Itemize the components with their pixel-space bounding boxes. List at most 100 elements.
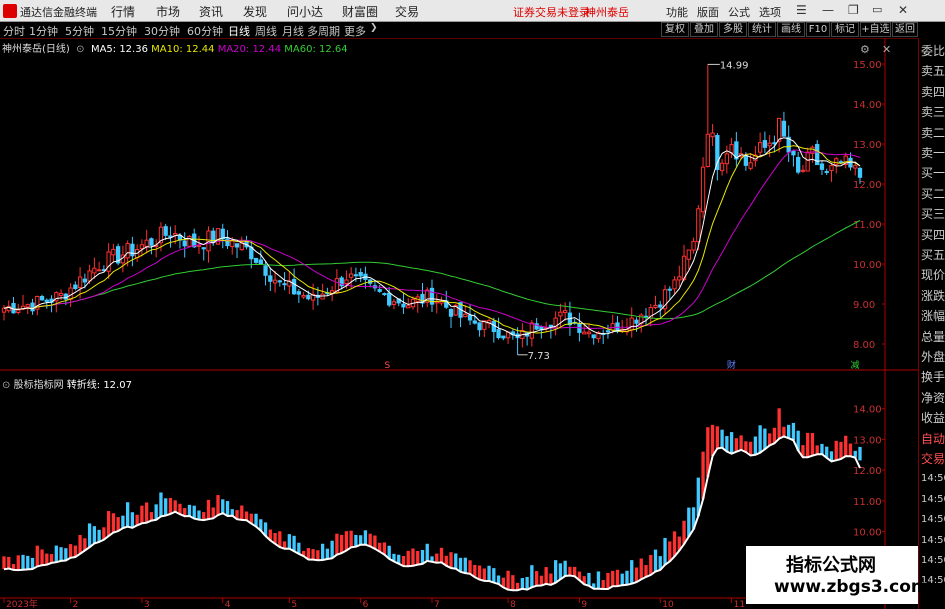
sidebar-label-11[interactable]: 现价	[921, 268, 945, 282]
sidebar-label-9[interactable]: 买四	[921, 228, 945, 242]
candle-body	[467, 314, 473, 321]
date-tick-label: 2	[73, 600, 79, 609]
candle-body	[629, 317, 634, 331]
more-arrow-icon[interactable]: ❯	[370, 23, 378, 33]
indicator-settings-icon[interactable]: ⊙	[2, 380, 10, 391]
overlay-button[interactable]: 叠加	[690, 22, 718, 37]
sidebar-label-23[interactable]: 14:50	[921, 513, 945, 527]
sidebar-label-8[interactable]: 买三	[921, 207, 945, 221]
sidebar-label-15[interactable]: 外盘	[921, 350, 945, 364]
add-watchlist-button[interactable]: +自选	[860, 22, 891, 37]
window-menu-icon[interactable]: ☰	[796, 3, 807, 17]
tab-daily[interactable]: 日线	[228, 23, 250, 39]
tab-more[interactable]: 更多	[344, 23, 366, 39]
trade-login-status[interactable]: 证券交易未登录	[513, 4, 590, 20]
menu-wealth-circle[interactable]: 财富圈	[342, 3, 378, 20]
menu-trade[interactable]: 交易	[395, 3, 419, 20]
price-indicator-charts[interactable]: 15.00 14.00 13.00 12.00 11.00 10.00 9.00 8.00 14…	[0, 38, 918, 609]
candle-body	[44, 299, 49, 302]
candle-body	[686, 249, 691, 260]
sidebar-label-22[interactable]: 14:50	[921, 493, 945, 507]
candle-body	[496, 329, 501, 339]
sidebar-label-2[interactable]: 卖四	[921, 85, 945, 99]
sidebar-label-16[interactable]: 换手	[921, 370, 945, 384]
tab-60min[interactable]: 60分钟	[187, 23, 223, 39]
sidebar-label-4[interactable]: 卖二	[921, 126, 945, 140]
menu-quotes[interactable]: 行情	[111, 3, 135, 20]
app-logo-icon	[3, 4, 17, 18]
candle-body	[805, 151, 810, 172]
f10-button[interactable]: F10	[806, 22, 830, 37]
watermark-overlay: 指标公式网 www.zbgs3.com	[746, 546, 929, 604]
sidebar-label-24[interactable]: 14:50	[921, 534, 945, 548]
sidebar-label-19[interactable]: 自动	[921, 432, 945, 446]
tab-5min[interactable]: 5分钟	[65, 23, 94, 39]
mark-button[interactable]: 标记	[831, 22, 859, 37]
menu-formula[interactable]: 公式	[728, 4, 750, 20]
sidebar-label-0[interactable]: 委比	[921, 44, 945, 58]
sidebar-label-7[interactable]: 买二	[921, 187, 945, 201]
menu-discover[interactable]: 发现	[243, 3, 267, 20]
sidebar-label-6[interactable]: 买一	[921, 166, 945, 180]
restore-icon[interactable]: ❐	[848, 3, 859, 17]
date-tick-label: 10	[662, 600, 674, 609]
close-icon[interactable]: ✕	[898, 3, 908, 17]
ma60-label: MA60: 12.64	[284, 44, 348, 55]
sidebar-label-5[interactable]: 卖一	[921, 146, 945, 160]
tab-30min[interactable]: 30分钟	[144, 23, 180, 39]
menu-news[interactable]: 资讯	[199, 3, 223, 20]
sidebar-label-20[interactable]: 交易	[921, 452, 945, 466]
candle-body	[558, 311, 563, 317]
price-tick-label: 12.00	[853, 180, 882, 191]
candle-body	[230, 240, 235, 248]
sidebar-label-12[interactable]: 涨跌	[921, 289, 945, 303]
sidebar-label-17[interactable]: 净资	[921, 391, 945, 405]
menu-functions[interactable]: 功能	[666, 4, 688, 20]
candle-body	[834, 158, 839, 165]
indicator-tick-label: 13.00	[853, 435, 882, 446]
ma-settings-icon[interactable]: ⊙	[73, 44, 88, 55]
current-stock-link[interactable]: 神州泰岳	[585, 4, 629, 20]
candle-body	[382, 293, 387, 296]
restore-window-icon[interactable]: ▭	[872, 3, 882, 16]
panel-settings-icon[interactable]: ⚙	[860, 43, 870, 56]
tab-weekly[interactable]: 周线	[255, 23, 277, 39]
sidebar-label-10[interactable]: 买五	[921, 248, 945, 262]
sidebar-label-21[interactable]: 14:50	[921, 472, 945, 486]
date-tick-label: 6	[363, 600, 369, 609]
tab-monthly[interactable]: 月线	[282, 23, 304, 39]
menu-ask-xiaoda[interactable]: 问小达	[287, 3, 323, 20]
sidebar-label-13[interactable]: 涨幅	[921, 309, 945, 323]
tab-multi-period[interactable]: 多周期	[307, 23, 340, 39]
back-button[interactable]: 返回	[892, 22, 918, 37]
chart-area[interactable]: 15.00 14.00 13.00 12.00 11.00 10.00 9.00 8.00 14…	[0, 38, 918, 609]
sidebar-label-18[interactable]: 收益	[921, 411, 945, 425]
menu-layout[interactable]: 版面	[697, 4, 719, 20]
candle-body	[87, 270, 92, 282]
sidebar-label-1[interactable]: 卖五	[921, 64, 945, 78]
candle-body	[824, 171, 829, 174]
menu-market[interactable]: 市场	[156, 3, 180, 20]
candle-body	[448, 308, 454, 317]
minimize-icon[interactable]: —	[822, 3, 834, 17]
candle-body	[406, 305, 411, 309]
sidebar-label-3[interactable]: 卖三	[921, 105, 945, 119]
tab-intraday[interactable]: 分时	[3, 23, 25, 39]
candle-body	[829, 165, 834, 171]
candle-body	[358, 271, 363, 277]
candle-body	[139, 244, 145, 250]
draw-line-button[interactable]: 画线	[777, 22, 805, 37]
candle-body	[563, 310, 568, 314]
tab-15min[interactable]: 15分钟	[101, 23, 137, 39]
candle-body	[111, 248, 116, 256]
sidebar-label-25[interactable]: 14:50	[921, 554, 945, 568]
panel-close-icon[interactable]: ✕	[882, 43, 891, 56]
candle-body	[634, 319, 639, 324]
date-tick-label: 8	[510, 600, 516, 609]
sidebar-label-14[interactable]: 总量	[921, 330, 945, 344]
multi-stock-button[interactable]: 多股	[719, 22, 747, 37]
tab-1min[interactable]: 1分钟	[29, 23, 58, 39]
adjust-button[interactable]: 复权	[661, 22, 689, 37]
menu-options[interactable]: 选项	[759, 4, 781, 20]
statistics-button[interactable]: 统计	[748, 22, 776, 37]
